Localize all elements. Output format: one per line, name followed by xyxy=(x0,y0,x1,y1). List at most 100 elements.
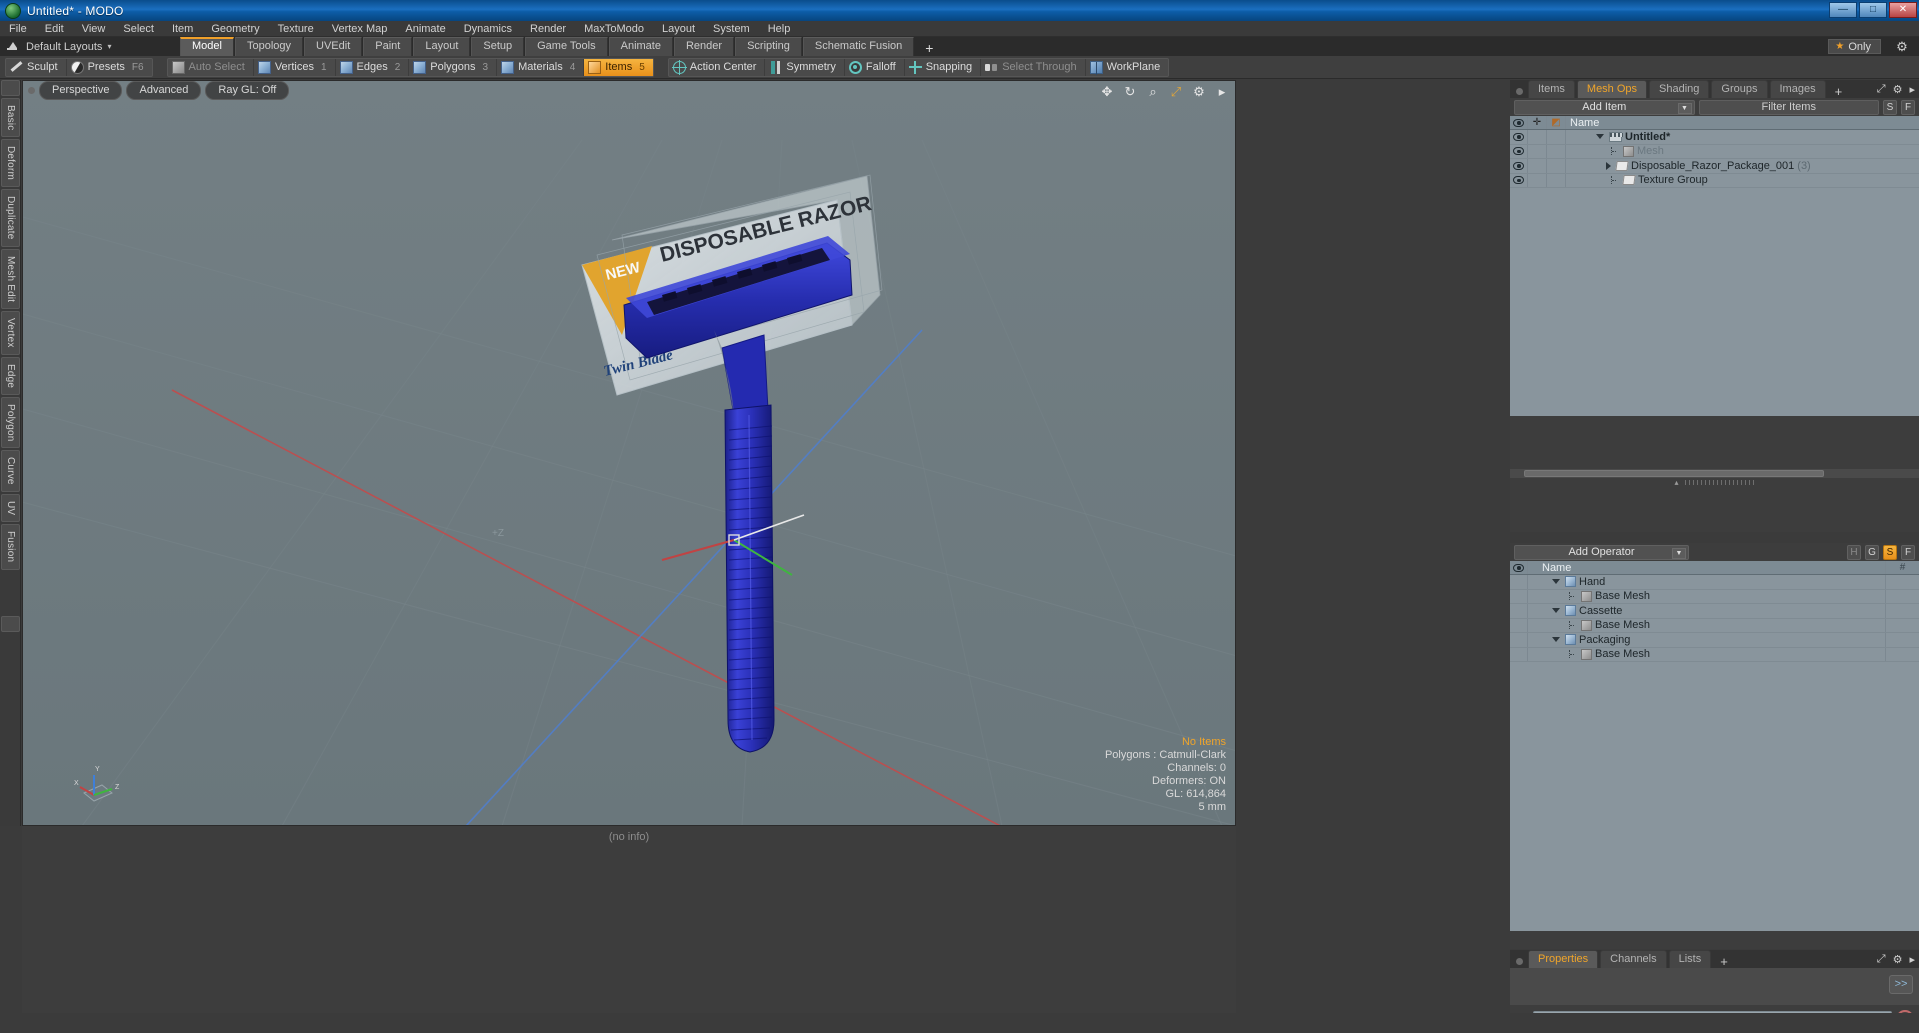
row-visibility-cell[interactable] xyxy=(1510,575,1528,589)
left-tab-fusion[interactable]: Fusion xyxy=(1,524,20,570)
minimize-button[interactable]: — xyxy=(1829,2,1857,18)
layout-tab-game-tools[interactable]: Game Tools xyxy=(525,37,608,56)
left-tab-polygon[interactable]: Polygon xyxy=(1,396,20,449)
layout-tab-schematic-fusion[interactable]: Schematic Fusion xyxy=(802,37,915,56)
layout-tab-layout[interactable]: Layout xyxy=(413,37,471,56)
expand-properties-button[interactable]: >> xyxy=(1889,975,1913,994)
row-visibility-cell[interactable] xyxy=(1510,604,1528,618)
chevron-right-icon[interactable]: ▸ xyxy=(1215,85,1229,99)
table-row[interactable]: Base Mesh xyxy=(1510,647,1919,662)
row-visibility-toggle[interactable] xyxy=(1510,173,1528,187)
edges-mode-button[interactable]: Edges 2 xyxy=(336,58,410,76)
eye-icon[interactable] xyxy=(1513,161,1524,170)
row-name-cell[interactable]: Base Mesh xyxy=(1528,619,1885,631)
workplane-button[interactable]: WorkPlane xyxy=(1086,59,1169,76)
panel-menu-dot[interactable] xyxy=(1516,958,1523,965)
row-visibility-cell[interactable] xyxy=(1510,633,1528,647)
eye-icon[interactable] xyxy=(1513,132,1524,141)
viewport-tab-advanced[interactable]: Advanced xyxy=(126,81,202,100)
menu-dynamics[interactable]: Dynamics xyxy=(455,21,521,37)
left-tab-basic[interactable]: Basic xyxy=(1,98,20,138)
auto-select-button[interactable]: Auto Select xyxy=(168,58,254,76)
chevron-right-icon[interactable]: ▸ xyxy=(1909,953,1915,966)
items-tree[interactable]: ✛ ◩ Name Untitled* Mesh Disposable_Razor… xyxy=(1510,116,1919,416)
gear-icon[interactable]: ⚙ xyxy=(1893,83,1903,96)
twisty-open-icon[interactable] xyxy=(1552,608,1560,614)
menu-system[interactable]: System xyxy=(704,21,759,37)
panel-splitter[interactable]: ▴ xyxy=(1510,478,1919,487)
menu-animate[interactable]: Animate xyxy=(396,21,454,37)
add-operator-button[interactable]: Add Operator ▼ xyxy=(1514,544,1689,560)
scrollbar-thumb[interactable] xyxy=(1524,470,1824,477)
add-properties-tab-button[interactable]: + xyxy=(1713,955,1735,968)
table-row[interactable]: Disposable_Razor_Package_001 (3) xyxy=(1510,159,1919,174)
tab-shading[interactable]: Shading xyxy=(1649,80,1710,98)
table-row[interactable]: Untitled* xyxy=(1510,130,1919,145)
gear-icon[interactable]: ⚙ xyxy=(1192,85,1206,99)
only-toggle[interactable]: ★ Only xyxy=(1828,39,1881,54)
tab-groups[interactable]: Groups xyxy=(1711,80,1768,98)
row-name-cell[interactable]: Packaging xyxy=(1528,634,1885,646)
symmetry-button[interactable]: Symmetry xyxy=(765,58,845,76)
left-tab-curve[interactable]: Curve xyxy=(1,450,20,493)
row-name-cell[interactable]: Untitled* xyxy=(1566,131,1919,143)
layout-tab-render[interactable]: Render xyxy=(673,37,735,56)
presets-button[interactable]: Presets F6 xyxy=(67,59,152,76)
window-controls[interactable]: — □ ✕ xyxy=(1829,2,1917,18)
row-visibility-toggle[interactable] xyxy=(1510,144,1528,158)
table-row[interactable]: Packaging xyxy=(1510,633,1919,648)
tab-channels[interactable]: Channels xyxy=(1600,950,1667,968)
layout-tab-paint[interactable]: Paint xyxy=(363,37,413,56)
left-tab-vertex[interactable]: Vertex xyxy=(1,311,20,355)
left-tab-duplicate[interactable]: Duplicate xyxy=(1,189,20,247)
panel-menu-dot[interactable] xyxy=(1516,88,1523,95)
table-row[interactable]: Base Mesh xyxy=(1510,618,1919,633)
viewport-3d[interactable]: NEW DISPOSABLE RAZOR Twin Blade +Z X Y Z… xyxy=(22,80,1236,826)
fit-icon[interactable]: ⤢ xyxy=(1169,85,1183,99)
table-row[interactable]: Mesh xyxy=(1510,144,1919,159)
twisty-open-icon[interactable] xyxy=(1552,637,1560,643)
row-visibility-toggle[interactable] xyxy=(1510,159,1528,173)
table-row[interactable]: Texture Group xyxy=(1510,173,1919,188)
layout-tab-topology[interactable]: Topology xyxy=(234,37,304,56)
viewport-tab-raygl[interactable]: Ray GL: Off xyxy=(205,81,290,100)
layout-tab-animate[interactable]: Animate xyxy=(608,37,673,56)
layout-tab-uvedit[interactable]: UVEdit xyxy=(304,37,363,56)
meshops-toggle-h[interactable]: H xyxy=(1847,544,1861,560)
action-center-button[interactable]: Action Center xyxy=(669,58,766,76)
expand-icon[interactable]: ⤢ xyxy=(1877,953,1886,966)
chevron-down-icon[interactable]: ▼ xyxy=(1677,102,1692,114)
tab-properties[interactable]: Properties xyxy=(1528,950,1599,968)
menu-texture[interactable]: Texture xyxy=(269,21,323,37)
gear-icon[interactable]: ⚙ xyxy=(1893,953,1903,966)
default-layouts-dropdown[interactable]: Default Layouts ▾ xyxy=(0,37,180,56)
vertices-mode-button[interactable]: Vertices 1 xyxy=(254,58,336,76)
expand-icon[interactable]: ⤢ xyxy=(1877,83,1886,96)
table-row[interactable]: Cassette xyxy=(1510,604,1919,619)
menu-maxtomodo[interactable]: MaxToModo xyxy=(575,21,653,37)
row-name-cell[interactable]: Cassette xyxy=(1528,605,1885,617)
tab-mesh-ops[interactable]: Mesh Ops xyxy=(1576,80,1648,98)
select-through-button[interactable]: Select Through xyxy=(981,58,1086,76)
add-item-button[interactable]: Add Item ▼ xyxy=(1514,99,1695,115)
items-toggle-s[interactable]: S xyxy=(1883,99,1897,115)
table-row[interactable]: Base Mesh xyxy=(1510,589,1919,604)
pin-icon[interactable] xyxy=(6,41,18,53)
maximize-button[interactable]: □ xyxy=(1859,2,1887,18)
tab-items[interactable]: Items xyxy=(1528,80,1575,98)
row-name-cell[interactable]: Disposable_Razor_Package_001 (3) xyxy=(1566,160,1919,172)
sculpt-button[interactable]: Sculpt xyxy=(6,58,67,76)
layout-tab-model[interactable]: Model xyxy=(180,37,234,56)
meshops-toggle-s[interactable]: S xyxy=(1883,544,1897,560)
viewport-tab-perspective[interactable]: Perspective xyxy=(39,81,123,100)
menu-file[interactable]: File xyxy=(0,21,36,37)
menu-view[interactable]: View xyxy=(73,21,115,37)
twisty-open-icon[interactable] xyxy=(1552,579,1560,585)
row-name-cell[interactable]: Texture Group xyxy=(1566,174,1919,186)
splitter-grip[interactable] xyxy=(1684,479,1755,485)
chevron-right-icon[interactable]: ▸ xyxy=(1909,83,1915,96)
menu-edit[interactable]: Edit xyxy=(36,21,73,37)
eye-icon[interactable] xyxy=(1513,176,1524,185)
menu-vertex-map[interactable]: Vertex Map xyxy=(323,21,397,37)
filter-items-input[interactable]: Filter Items xyxy=(1698,99,1879,115)
